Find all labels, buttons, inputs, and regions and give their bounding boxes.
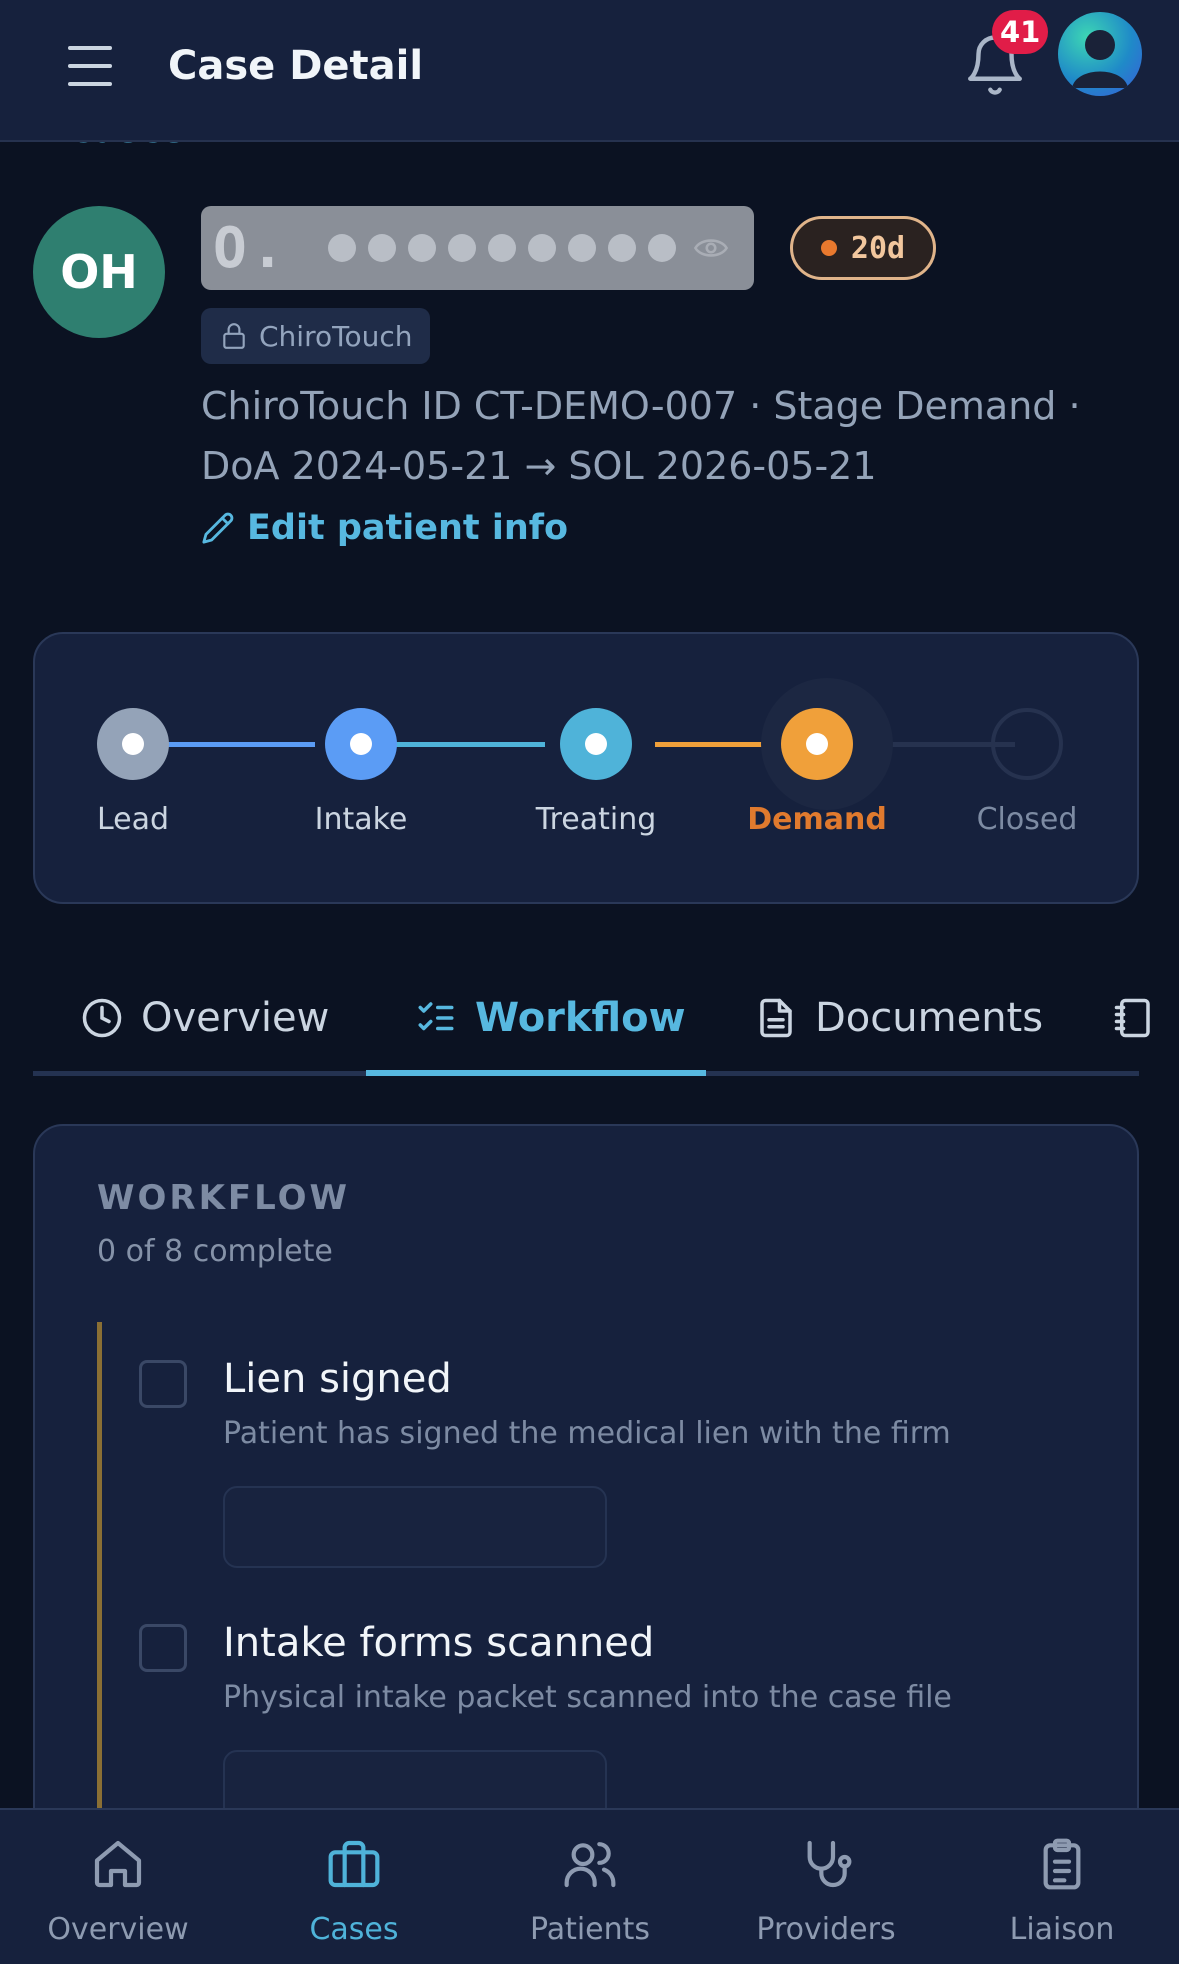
hamburger-icon (68, 46, 112, 50)
notebook-icon (1114, 998, 1150, 1038)
workflow-item-checkbox[interactable] (139, 1624, 187, 1672)
workflow-item-title: Intake forms scanned (223, 1620, 655, 1666)
stage-label-lead: Lead (96, 802, 170, 837)
stage-progress-card: Lead Intake Treating Demand Closed (33, 632, 1139, 904)
workflow-item-title: Lien signed (223, 1356, 452, 1402)
user-avatar[interactable] (1058, 12, 1142, 96)
masked-name-dots (328, 234, 677, 262)
tab-workflow[interactable]: Workflow (415, 960, 686, 1076)
stage-dot-lead[interactable] (97, 708, 169, 780)
nav-item-providers[interactable]: Providers (708, 1810, 944, 1964)
masked-patient-name[interactable]: O. (201, 206, 754, 290)
notification-count-badge: 41 (992, 10, 1049, 54)
stage-connector (655, 742, 775, 747)
case-tabs: Overview Workflow Documents (33, 960, 1150, 1076)
workflow-item-desc: Physical intake packet scanned into the … (223, 1680, 952, 1715)
masked-name-initial: O. (213, 215, 289, 281)
stage-label-intake: Intake (314, 802, 408, 837)
stage-connector (395, 742, 545, 747)
workflow-item-note-input[interactable] (223, 1486, 607, 1568)
users-icon (564, 1842, 616, 1888)
nav-item-overview[interactable]: Overview (0, 1810, 236, 1964)
lock-icon (223, 323, 245, 349)
menu-button[interactable] (62, 38, 118, 94)
edit-patient-info-link[interactable]: Edit patient info (201, 508, 568, 548)
page-title: Case Detail (168, 43, 424, 89)
tab-documents-label: Documents (815, 995, 1044, 1041)
tab-overview[interactable]: Overview (81, 960, 329, 1076)
patient-avatar: OH (33, 206, 165, 338)
active-tab-indicator (366, 1070, 706, 1076)
bottom-nav: Overview Cases Patients Providers Liaiso… (0, 1808, 1179, 1964)
nav-item-cases[interactable]: Cases (236, 1810, 472, 1964)
nav-label-cases: Cases (309, 1912, 399, 1947)
patient-meta-line-1: ChiroTouch ID CT-DEMO-007 · Stage Demand… (201, 384, 1081, 428)
stage-dot-demand[interactable] (781, 708, 853, 780)
stage-label-demand: Demand (747, 802, 887, 837)
days-open-badge: 20d (790, 216, 936, 280)
tab-overview-label: Overview (141, 995, 330, 1041)
source-chip: ChiroTouch (201, 308, 431, 364)
workflow-title: WORKFLOW (97, 1178, 351, 1218)
edit-patient-info-label: Edit patient info (247, 508, 569, 548)
app-header: Case Detail 41 (0, 0, 1179, 142)
home-icon (94, 1840, 142, 1888)
briefcase-icon (328, 1840, 380, 1888)
nav-label-liaison: Liaison (1009, 1912, 1115, 1947)
stage-label-treating: Treating (535, 802, 657, 837)
nav-item-liaison[interactable]: Liaison (944, 1810, 1179, 1964)
checklist-icon (418, 1002, 454, 1031)
stage-dot-closed[interactable] (991, 708, 1063, 780)
document-icon (760, 998, 792, 1038)
clipboard-icon (1043, 1838, 1081, 1890)
eye-icon[interactable] (694, 236, 729, 260)
stage-label-closed: Closed (976, 802, 1078, 837)
tab-notes[interactable] (1113, 960, 1173, 1076)
days-open-value: 20d (850, 230, 906, 266)
stage-dot-intake[interactable] (325, 708, 397, 780)
source-chip-label: ChiroTouch (259, 319, 413, 353)
tab-documents[interactable]: Documents (755, 960, 1043, 1076)
status-dot (820, 240, 837, 256)
user-icon (1072, 30, 1128, 88)
nav-item-patients[interactable]: Patients (472, 1810, 708, 1964)
tab-workflow-label: Workflow (475, 995, 686, 1041)
nav-label-providers: Providers (756, 1912, 896, 1947)
pencil-icon (202, 512, 234, 544)
nav-label-patients: Patients (529, 1912, 651, 1947)
clock-icon (82, 998, 122, 1038)
workflow-item-desc: Patient has signed the medical lien with… (223, 1416, 951, 1451)
nav-label-overview: Overview (47, 1912, 189, 1947)
workflow-progress: 0 of 8 complete (97, 1234, 333, 1269)
patient-meta-line-2: DoA 2024-05-21 → SOL 2026-05-21 (201, 444, 877, 488)
stage-connector (165, 742, 315, 747)
stage-dot-treating[interactable] (560, 708, 632, 780)
workflow-item-checkbox[interactable] (139, 1360, 187, 1408)
stethoscope-icon (807, 1840, 852, 1888)
